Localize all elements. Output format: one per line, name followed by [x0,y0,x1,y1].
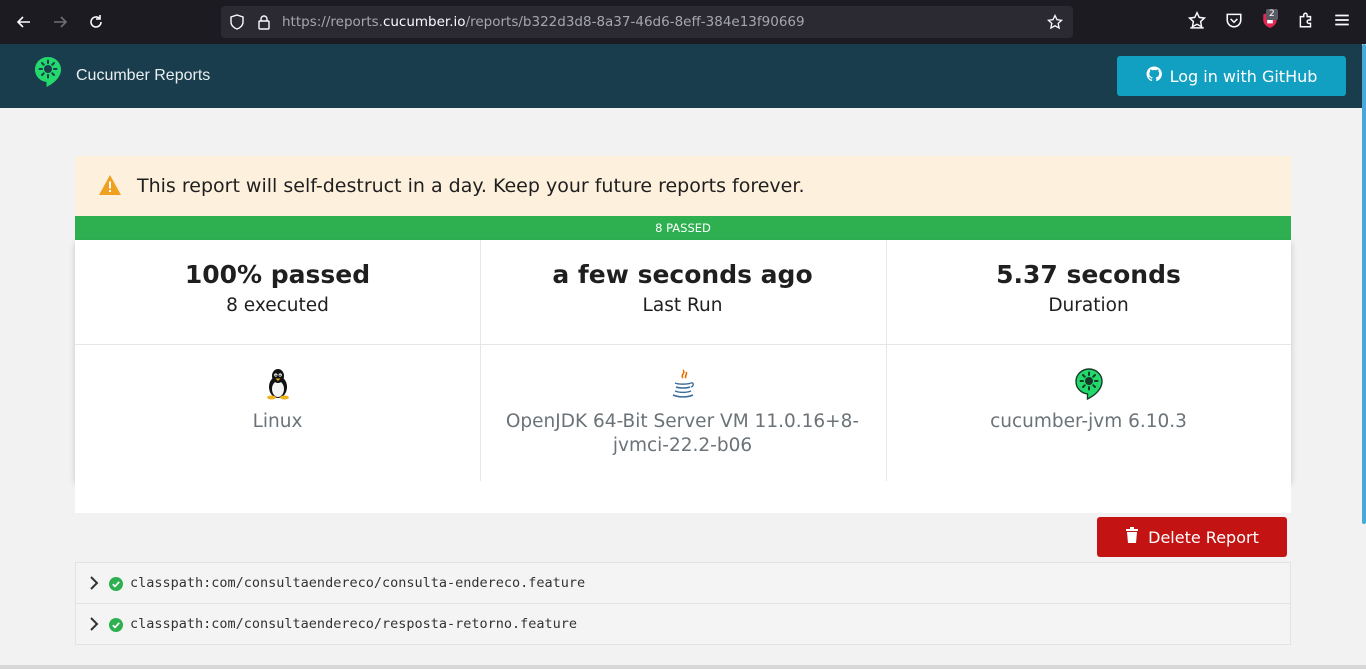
menu-icon[interactable] [1333,11,1355,33]
site-header: Cucumber Reports Log in with GitHub [0,44,1362,108]
page-bottom-border [0,665,1366,669]
delete-label: Delete Report [1148,527,1259,547]
scrollbar[interactable] [1362,44,1366,524]
feature-path[interactable]: classpath:com/consultaendereco/resposta-… [130,616,577,632]
bookmark-star-icon[interactable] [1187,10,1210,33]
github-icon [1146,66,1162,86]
puzzle-icon[interactable] [1297,11,1319,33]
back-arrow-icon[interactable] [12,10,36,34]
chevron-right-icon[interactable] [88,616,100,636]
shield-icon[interactable] [229,14,245,34]
expiry-banner: This report will self-destruct in a day.… [75,156,1291,216]
forward-arrow-icon[interactable] [48,10,72,34]
os-info: Linux [75,368,480,434]
cucumber-icon [886,368,1291,402]
divider [75,344,1291,345]
warning-icon [98,174,122,200]
duration-value: 5.37 seconds [996,260,1181,289]
implementation-info: cucumber-jvm 6.10.3 [886,368,1291,434]
summary-footer [75,481,1291,513]
url-text[interactable]: https://reports.cucumber.io/reports/b322… [282,14,805,30]
passed-summary: 100% passed 8 executed [75,260,480,316]
lock-icon[interactable] [257,14,271,34]
runtime-name: OpenJDK 64-Bit Server VM 11.0.16+8- jvmc… [480,410,885,458]
java-icon [480,368,885,402]
banner-message: This report will self-destruct in a day.… [137,175,805,197]
passed-percentage: 100% passed [184,260,371,289]
address-bar[interactable]: https://reports.cucumber.io/reports/b322… [221,6,1073,38]
runtime-line-1: OpenJDK 64-Bit Server VM 11.0.16+8- [505,411,860,432]
trash-icon [1125,527,1139,547]
delete-report-button[interactable]: Delete Report [1097,517,1287,557]
last-run-label: Last Run [642,295,723,316]
implementation-name: cucumber-jvm 6.10.3 [990,411,1187,432]
runtime-line-2: jvmci-22.2-b06 [612,435,753,456]
cucumber-logo-icon[interactable] [34,56,62,92]
last-run-time: a few seconds ago [552,260,813,289]
summary-card: 100% passed 8 executed a few seconds ago… [75,240,1291,481]
duration-label: Duration [1048,295,1129,316]
login-label: Log in with GitHub [1169,66,1318,86]
check-circle-icon [109,617,123,636]
pocket-icon[interactable] [1225,11,1247,33]
passed-status-bar: 8 PASSED [75,216,1291,240]
reload-icon[interactable] [84,10,108,34]
check-circle-icon [109,576,123,595]
executed-count: 8 executed [226,295,329,316]
feature-row[interactable]: classpath:com/consultaendereco/resposta-… [75,603,1291,645]
runtime-info: OpenJDK 64-Bit Server VM 11.0.16+8- jvmc… [480,368,885,458]
star-icon[interactable] [1046,13,1064,34]
extension-badge: 2 [1266,9,1278,20]
last-run-summary: a few seconds ago Last Run [480,260,885,316]
linux-icon [75,368,480,402]
login-github-button[interactable]: Log in with GitHub [1117,56,1346,96]
duration-summary: 5.37 seconds Duration [886,260,1291,316]
brand-title[interactable]: Cucumber Reports [76,67,210,85]
feature-path[interactable]: classpath:com/consultaendereco/consulta-… [130,575,585,591]
chevron-right-icon[interactable] [88,575,100,595]
feature-row[interactable]: classpath:com/consultaendereco/consulta-… [75,562,1291,604]
browser-toolbar: https://reports.cucumber.io/reports/b322… [0,0,1366,44]
os-name: Linux [252,411,303,432]
